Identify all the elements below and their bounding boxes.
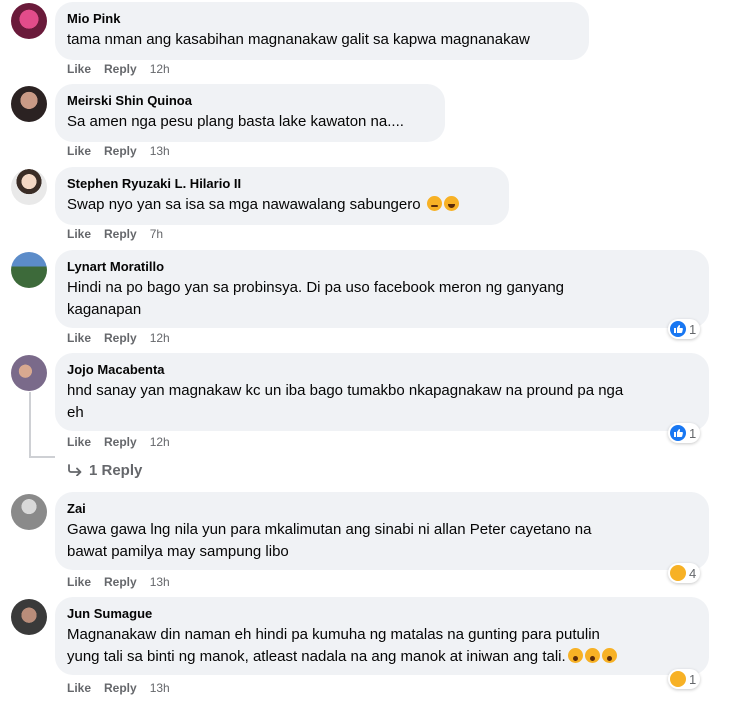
comment-author[interactable]: Stephen Ryuzaki L. Hilario II: [67, 175, 497, 192]
comment-text-line: kaganapan: [67, 301, 142, 318]
comment-bubble: Mio Pink tama nman ang kasabihan magnana…: [55, 2, 589, 60]
reaction-count-value: 1: [689, 671, 697, 687]
comment-actions: Like Reply 12h: [67, 330, 183, 346]
avatar[interactable]: [11, 86, 47, 122]
avatar[interactable]: [11, 355, 47, 391]
reply-button[interactable]: Reply: [104, 61, 137, 77]
comment-timestamp[interactable]: 7h: [150, 226, 163, 242]
like-button[interactable]: Like: [67, 434, 91, 450]
wow-face-emoji: [567, 648, 583, 663]
comment-actions: Like Reply 7h: [67, 226, 176, 242]
comment-author[interactable]: Lynart Moratillo: [67, 258, 697, 275]
comment-author[interactable]: Mio Pink: [67, 10, 577, 27]
comment-bubble: Jun Sumague Magnanakaw din naman eh hind…: [55, 597, 709, 675]
comment-text-line: Magnanakaw din naman eh hindi pa kumuha …: [67, 626, 600, 643]
comment-text: Magnanakaw din naman eh hindi pa kumuha …: [67, 624, 697, 668]
comment-text: Swap nyo yan sa isa sa mga nawawalang sa…: [67, 194, 497, 216]
comment-text-line: Hindi na po bago yan sa probinsya. Di pa…: [67, 279, 564, 296]
comment-text-line: hnd sanay yan magnakaw kc un iba bago tu…: [67, 382, 624, 399]
avatar[interactable]: [11, 494, 47, 530]
comment-author[interactable]: Zai: [67, 500, 697, 517]
reply-button[interactable]: Reply: [104, 226, 137, 242]
comment-author[interactable]: Jun Sumague: [67, 605, 697, 622]
like-button[interactable]: Like: [67, 226, 91, 242]
reaction-count[interactable]: 1: [668, 669, 701, 689]
comment-author[interactable]: Meirski Shin Quinoa: [67, 92, 433, 109]
like-button[interactable]: Like: [67, 61, 91, 77]
comment-bubble: Lynart Moratillo Hindi na po bago yan sa…: [55, 250, 709, 328]
laughing-face-emoji: [443, 196, 459, 211]
comment-actions: Like Reply 13h: [67, 680, 183, 696]
reply-thread-connector: [29, 456, 55, 458]
comment-timestamp[interactable]: 12h: [150, 61, 170, 77]
comment-text-line: yung tali sa binti ng manok, atleast nad…: [67, 646, 697, 668]
avatar[interactable]: [11, 252, 47, 288]
reply-button[interactable]: Reply: [104, 330, 137, 346]
wow-face-emoji: [601, 648, 617, 663]
comment-text: Hindi na po bago yan sa probinsya. Di pa…: [67, 277, 697, 321]
like-button[interactable]: Like: [67, 680, 91, 696]
avatar[interactable]: [11, 3, 47, 39]
like-button[interactable]: Like: [67, 330, 91, 346]
reaction-count[interactable]: 4: [668, 563, 701, 583]
sad-face-emoji: [426, 196, 442, 211]
reply-button[interactable]: Reply: [104, 143, 137, 159]
haha-icon: [670, 565, 686, 581]
reply-button[interactable]: Reply: [104, 574, 137, 590]
comment-actions: Like Reply 12h: [67, 434, 183, 450]
reply-button[interactable]: Reply: [104, 434, 137, 450]
comment-bubble: Meirski Shin Quinoa Sa amen nga pesu pla…: [55, 84, 445, 142]
comment-text-line: Gawa gawa lng nila yun para mkalimutan a…: [67, 521, 592, 538]
comment-actions: Like Reply 13h: [67, 143, 183, 159]
reply-arrow-icon: [68, 464, 82, 477]
comment-timestamp[interactable]: 13h: [150, 574, 170, 590]
reply-thread-line: [29, 392, 31, 458]
comment-timestamp[interactable]: 13h: [150, 143, 170, 159]
comment-actions: Like Reply 12h: [67, 61, 183, 77]
view-replies-link[interactable]: 1 Reply: [67, 461, 142, 481]
comment-text: Gawa gawa lng nila yun para mkalimutan a…: [67, 519, 697, 563]
reply-button[interactable]: Reply: [104, 680, 137, 696]
like-icon: [670, 425, 686, 441]
comment-timestamp[interactable]: 13h: [150, 680, 170, 696]
comment-text: hnd sanay yan magnakaw kc un iba bago tu…: [67, 380, 697, 424]
comment-text: Sa amen nga pesu plang basta lake kawato…: [67, 113, 404, 130]
comment-text-line: eh: [67, 404, 84, 421]
like-button[interactable]: Like: [67, 574, 91, 590]
like-button[interactable]: Like: [67, 143, 91, 159]
reaction-count-value: 4: [689, 565, 697, 581]
comment-bubble: Jojo Macabenta hnd sanay yan magnakaw kc…: [55, 353, 709, 431]
comment-actions: Like Reply 13h: [67, 574, 183, 590]
comment-author[interactable]: Jojo Macabenta: [67, 361, 697, 378]
comment-bubble: Stephen Ryuzaki L. Hilario II Swap nyo y…: [55, 167, 509, 225]
comment-text-content: yung tali sa binti ng manok, atleast nad…: [67, 648, 566, 665]
like-icon: [670, 321, 686, 337]
reaction-count[interactable]: 1: [668, 319, 701, 339]
comment-bubble: Zai Gawa gawa lng nila yun para mkalimut…: [55, 492, 709, 570]
avatar[interactable]: [11, 169, 47, 205]
reaction-count-value: 1: [689, 425, 697, 441]
comment-text-line: bawat pamilya may sampung libo: [67, 543, 289, 560]
comment-timestamp[interactable]: 12h: [150, 434, 170, 450]
avatar[interactable]: [11, 599, 47, 635]
replies-count-label: 1 Reply: [89, 462, 143, 479]
comment-timestamp[interactable]: 12h: [150, 330, 170, 346]
haha-icon: [670, 671, 686, 687]
reaction-count[interactable]: 1: [668, 423, 701, 443]
wow-face-emoji: [584, 648, 600, 663]
comment-text-content: Swap nyo yan sa isa sa mga nawawalang sa…: [67, 196, 421, 213]
comment-text: tama nman ang kasabihan magnanakaw galit…: [67, 31, 530, 48]
reaction-count-value: 1: [689, 321, 697, 337]
